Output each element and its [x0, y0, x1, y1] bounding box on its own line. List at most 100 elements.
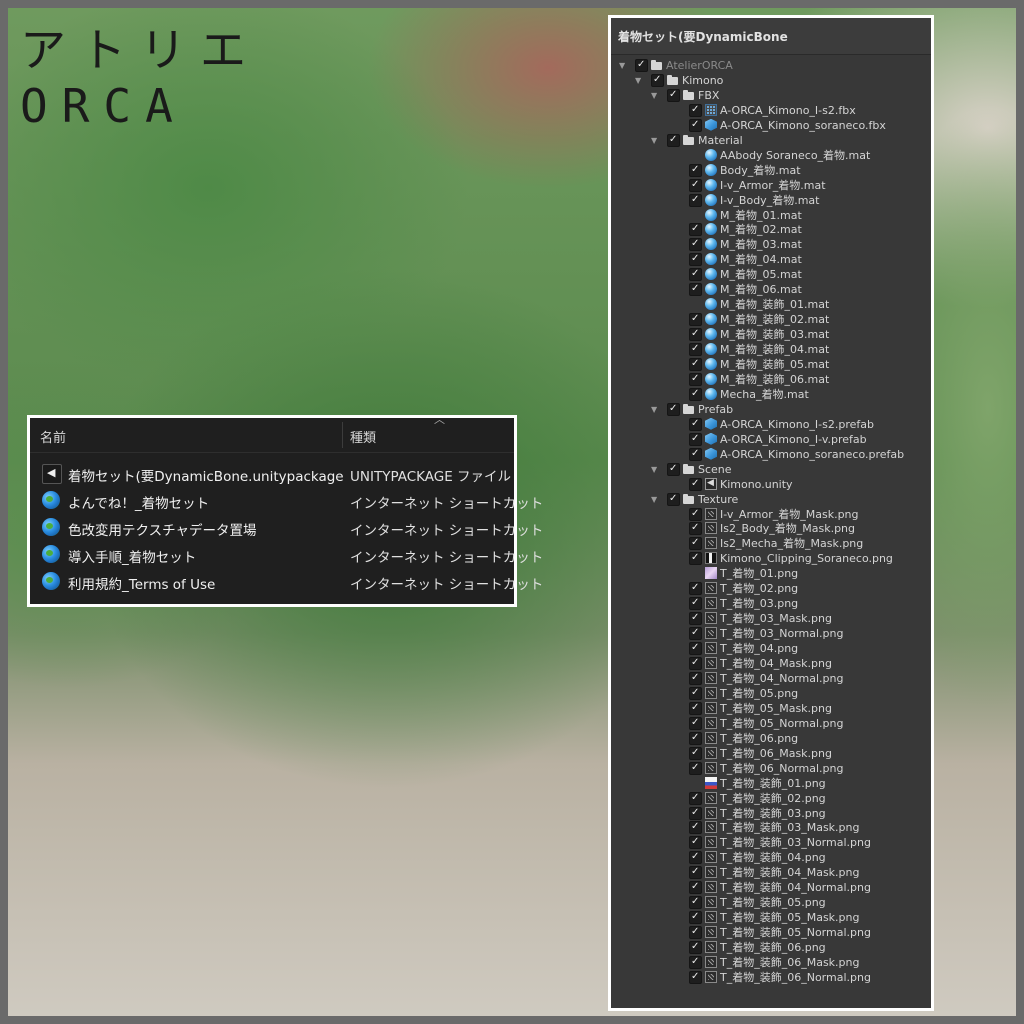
include-checkbox[interactable]: [689, 326, 702, 342]
tree-item[interactable]: M_着物_04.mat: [611, 251, 931, 267]
include-checkbox[interactable]: [689, 610, 702, 626]
include-checkbox[interactable]: [667, 461, 680, 476]
tree-item[interactable]: ▼ Scene: [611, 461, 931, 477]
include-checkbox[interactable]: [689, 341, 702, 357]
include-checkbox[interactable]: [689, 595, 702, 611]
tree-item[interactable]: T_着物_装飾_05_Normal.png: [611, 924, 931, 940]
tree-item[interactable]: T_着物_05_Mask.png: [611, 700, 931, 716]
include-checkbox[interactable]: [667, 132, 680, 147]
include-checkbox[interactable]: [689, 535, 702, 551]
include-checkbox[interactable]: [689, 117, 702, 132]
tree-item[interactable]: Mecha_着物.mat: [611, 386, 931, 402]
include-checkbox[interactable]: [689, 371, 702, 386]
include-checkbox[interactable]: [689, 311, 702, 327]
tree-item[interactable]: M_着物_01.mat: [611, 208, 931, 223]
include-checkbox[interactable]: [689, 954, 702, 969]
include-checkbox[interactable]: [689, 894, 702, 910]
include-checkbox[interactable]: [689, 550, 702, 566]
include-checkbox[interactable]: [689, 431, 702, 446]
tree-item[interactable]: T_着物_装飾_03.png: [611, 805, 931, 821]
tree-item[interactable]: M_着物_装飾_04.mat: [611, 341, 931, 357]
expand-arrow-icon[interactable]: ▼: [651, 462, 657, 477]
include-checkbox[interactable]: [689, 939, 702, 955]
tree-item[interactable]: T_着物_01.png: [611, 566, 931, 581]
include-checkbox[interactable]: [689, 356, 702, 371]
tree-item[interactable]: Kimono.unity: [611, 476, 931, 492]
tree-item[interactable]: ▼ Prefab: [611, 401, 931, 417]
include-checkbox[interactable]: [689, 819, 702, 835]
tree-item[interactable]: T_着物_装飾_05.png: [611, 894, 931, 910]
tree-item[interactable]: AAbody Soraneco_着物.mat: [611, 148, 931, 163]
tree-item[interactable]: T_着物_06.png: [611, 730, 931, 746]
tree-item[interactable]: M_着物_装飾_06.mat: [611, 371, 931, 387]
tree-item[interactable]: T_着物_装飾_02.png: [611, 790, 931, 806]
tree-item[interactable]: I-v_Armor_着物_Mask.png: [611, 506, 931, 522]
tree-item[interactable]: T_着物_06_Mask.png: [611, 745, 931, 761]
include-checkbox[interactable]: [689, 655, 702, 670]
include-checkbox[interactable]: [689, 625, 702, 641]
include-checkbox[interactable]: [689, 700, 702, 715]
tree-item[interactable]: T_着物_04_Mask.png: [611, 655, 931, 671]
expand-arrow-icon[interactable]: ▼: [651, 88, 657, 103]
tree-item[interactable]: T_着物_装飾_06.png: [611, 939, 931, 955]
include-checkbox[interactable]: [689, 506, 702, 521]
include-checkbox[interactable]: [689, 849, 702, 865]
include-checkbox[interactable]: [689, 790, 702, 805]
tree-item[interactable]: T_着物_05_Normal.png: [611, 715, 931, 731]
tree-item[interactable]: ▼ FBX: [611, 87, 931, 103]
tree-item[interactable]: A-ORCA_Kimono_I-s2.fbx: [611, 102, 931, 118]
include-checkbox[interactable]: [667, 491, 680, 506]
include-checkbox[interactable]: [689, 760, 702, 775]
include-checkbox[interactable]: [689, 580, 702, 596]
tree-item[interactable]: T_着物_装飾_04.png: [611, 849, 931, 865]
include-checkbox[interactable]: [689, 520, 702, 536]
expand-arrow-icon[interactable]: ▼: [635, 73, 641, 88]
tree-item[interactable]: T_着物_装飾_01.png: [611, 776, 931, 791]
include-checkbox[interactable]: [689, 640, 702, 656]
tree-item[interactable]: T_着物_装飾_03_Mask.png: [611, 819, 931, 835]
tree-item[interactable]: M_着物_装飾_03.mat: [611, 326, 931, 342]
include-checkbox[interactable]: [689, 416, 702, 431]
include-checkbox[interactable]: [689, 266, 702, 282]
include-checkbox[interactable]: [689, 162, 702, 177]
file-row[interactable]: 着物セット(要DynamicBone.unitypackage UNITYPACK…: [30, 460, 514, 487]
tree-item[interactable]: T_着物_装飾_04_Normal.png: [611, 879, 931, 895]
file-row[interactable]: 導入手順_着物セット インターネット ショートカット: [30, 541, 543, 568]
expand-arrow-icon[interactable]: ▼: [619, 58, 625, 73]
include-checkbox[interactable]: [689, 281, 702, 297]
include-checkbox[interactable]: [689, 251, 702, 267]
column-header-name[interactable]: 名前: [40, 427, 66, 446]
tree-item[interactable]: Is2_Body_着物_Mask.png: [611, 520, 931, 536]
include-checkbox[interactable]: [689, 834, 702, 850]
tree-item[interactable]: T_着物_04.png: [611, 640, 931, 656]
include-checkbox[interactable]: [689, 446, 702, 461]
tree-item[interactable]: Is2_Mecha_着物_Mask.png: [611, 535, 931, 551]
column-divider[interactable]: [342, 422, 343, 448]
file-row[interactable]: 色改変用テクスチャデータ置場 インターネット ショートカット: [30, 514, 543, 541]
include-checkbox[interactable]: [689, 879, 702, 895]
include-checkbox[interactable]: [689, 805, 702, 820]
include-checkbox[interactable]: [689, 476, 702, 491]
include-checkbox[interactable]: [689, 745, 702, 760]
tree-item[interactable]: A-ORCA_Kimono_soraneco.prefab: [611, 446, 931, 462]
include-checkbox[interactable]: [689, 102, 702, 117]
column-header-type[interactable]: 種類: [350, 427, 376, 446]
include-checkbox[interactable]: [689, 685, 702, 700]
file-row[interactable]: 利用規約_Terms of Use インターネット ショートカット: [30, 568, 543, 595]
tree-item[interactable]: ▼ Kimono: [611, 72, 931, 88]
tree-item[interactable]: M_着物_装飾_05.mat: [611, 356, 931, 372]
tree-item[interactable]: ▼ Texture: [611, 491, 931, 507]
tree-item[interactable]: ▼ Material: [611, 132, 931, 148]
include-checkbox[interactable]: [689, 386, 702, 401]
tree-item[interactable]: ▼ AtelierORCA: [611, 57, 931, 73]
expand-arrow-icon[interactable]: ▼: [651, 133, 657, 148]
include-checkbox[interactable]: [689, 730, 702, 745]
include-checkbox[interactable]: [635, 57, 648, 72]
tree-item[interactable]: A-ORCA_Kimono_I-v.prefab: [611, 431, 931, 447]
include-checkbox[interactable]: [689, 236, 702, 252]
include-checkbox[interactable]: [689, 924, 702, 940]
tree-item[interactable]: T_着物_03_Mask.png: [611, 610, 931, 626]
file-row[interactable]: よんでね！_着物セット インターネット ショートカット: [30, 487, 543, 514]
include-checkbox[interactable]: [689, 969, 702, 984]
include-checkbox[interactable]: [651, 72, 664, 87]
